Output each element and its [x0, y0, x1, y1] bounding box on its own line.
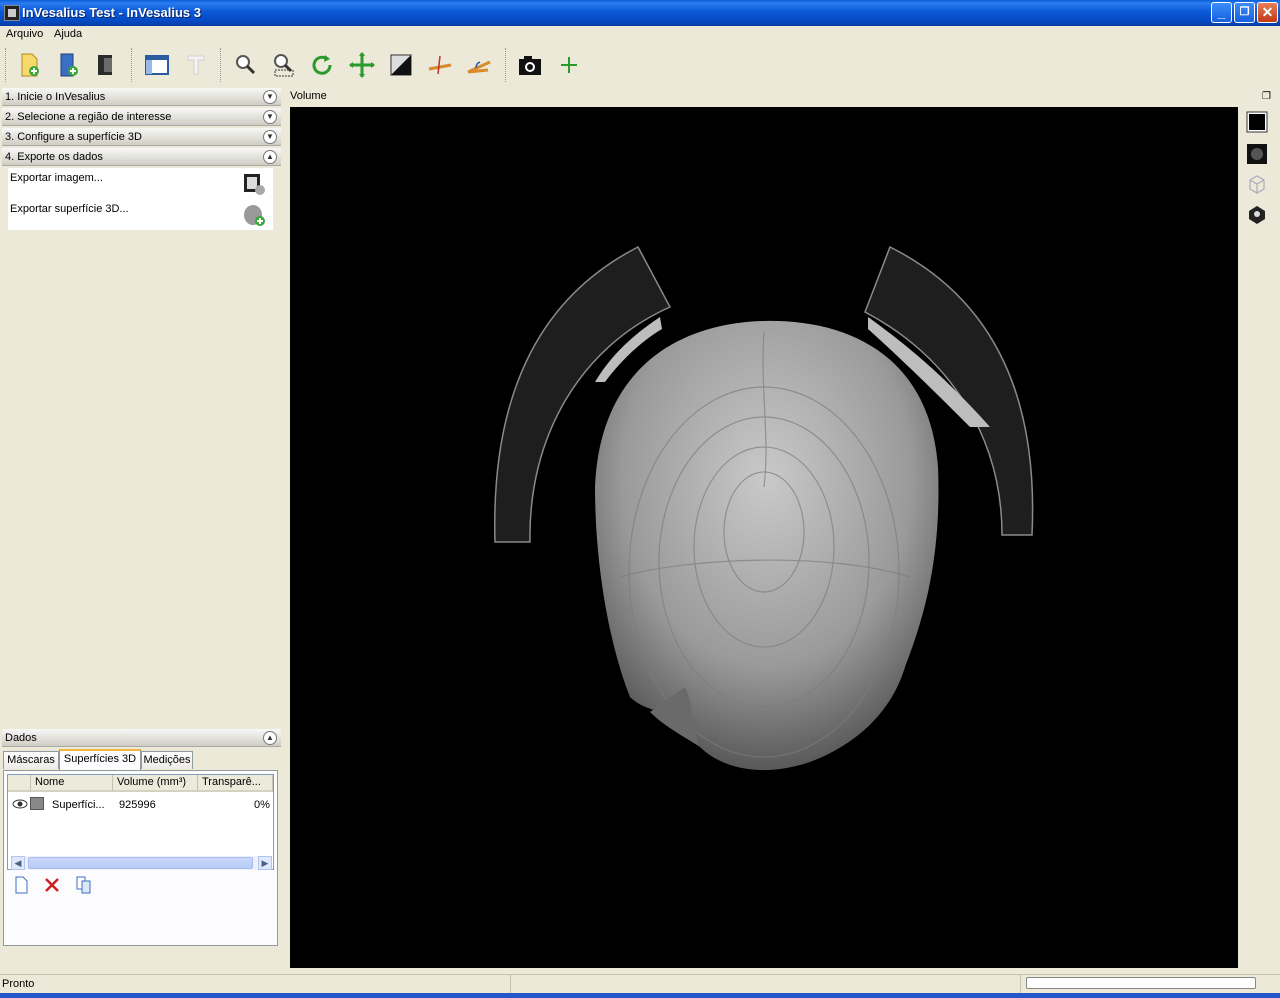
measure-linear-icon[interactable]: [425, 50, 455, 80]
status-segment: [0, 975, 511, 993]
title-bar: InVesalius Test - InVesalius 3 _ ❐ ✕: [0, 0, 1280, 26]
section-dados[interactable]: Dados ▲: [2, 729, 281, 747]
tab-superficies-3d[interactable]: Superfícies 3D: [59, 749, 141, 770]
chevron-down-icon[interactable]: ▼: [263, 130, 277, 144]
eye-icon[interactable]: [12, 799, 28, 809]
surface-name: Superfíci...: [52, 799, 105, 811]
delete-surface-icon[interactable]: [40, 875, 64, 895]
section-superficie[interactable]: 3. Configure a superfície 3D ▼: [2, 128, 281, 146]
measure-angular-icon[interactable]: [464, 50, 494, 80]
section-inicie[interactable]: 1. Inicie o InVesalius ▼: [2, 88, 281, 106]
menu-ajuda[interactable]: Ajuda: [54, 28, 82, 40]
chevron-up-icon[interactable]: ▲: [263, 731, 277, 745]
pan-icon[interactable]: [347, 50, 377, 80]
contrast-icon[interactable]: [386, 50, 416, 80]
zoom-icon[interactable]: [230, 50, 260, 80]
section-label: 1. Inicie o InVesalius: [5, 91, 106, 103]
left-panel: 1. Inicie o InVesalius ▼ 2. Selecione a …: [0, 86, 283, 970]
window-title: InVesalius Test - InVesalius 3: [22, 5, 201, 20]
open-project-icon[interactable]: [53, 50, 83, 80]
export-image-icon[interactable]: [242, 172, 266, 196]
maximize-viewport-icon[interactable]: ❐: [1262, 92, 1274, 102]
toolbar-separator: [131, 48, 134, 82]
chevron-down-icon[interactable]: ▼: [263, 90, 277, 104]
toolbar: [0, 44, 590, 86]
section-exporte[interactable]: 4. Exporte os dados ▲: [2, 148, 281, 166]
export-panel: Exportar imagem... Exportar superfície 3…: [8, 168, 273, 230]
toolbar-separator: [220, 48, 223, 82]
bounding-box-icon[interactable]: [1246, 173, 1268, 195]
chevron-up-icon[interactable]: ▲: [263, 150, 277, 164]
section-label: 4. Exporte os dados: [5, 151, 103, 163]
restore-icon: ❐: [1239, 6, 1250, 18]
column-header-nome[interactable]: Nome: [31, 775, 113, 792]
toolbar-separator: [505, 48, 508, 82]
section-label: 2. Selecione a região de interesse: [5, 111, 172, 123]
minimize-icon: _: [1217, 4, 1226, 20]
tab-medicoes[interactable]: Medições: [141, 751, 193, 769]
view-orientation-icon[interactable]: [1246, 203, 1268, 225]
app-icon: [4, 5, 20, 21]
minimize-button[interactable]: _: [1211, 2, 1232, 23]
column-header-volume[interactable]: Volume (mm³): [113, 775, 198, 792]
snapshot-icon[interactable]: [515, 50, 545, 80]
taskbar-edge: [0, 993, 1280, 998]
viewport-title: Volume: [290, 90, 327, 102]
section-label: Dados: [5, 732, 37, 744]
scroll-right-icon[interactable]: ▶: [258, 856, 272, 870]
close-icon: ✕: [1261, 4, 1274, 20]
menu-arquivo[interactable]: Arquivo: [6, 28, 43, 40]
duplicate-surface-icon[interactable]: [72, 875, 96, 895]
rotate-icon[interactable]: [308, 50, 338, 80]
chevron-down-icon[interactable]: ▼: [263, 110, 277, 124]
background-color-icon[interactable]: [1246, 111, 1268, 133]
section-label: 3. Configure a superfície 3D: [5, 131, 142, 143]
layout-icon[interactable]: [142, 50, 172, 80]
column-header-transparencia[interactable]: Transparê...: [198, 775, 273, 792]
tab-mascaras[interactable]: Máscaras: [3, 751, 59, 769]
surface-volume: 925996: [119, 799, 156, 811]
volume-viewport: Volume ❐: [288, 88, 1279, 968]
export-surface-link[interactable]: Exportar superfície 3D...: [10, 203, 129, 215]
status-bar: Pronto: [0, 974, 1280, 993]
surface-transparency: 0%: [254, 799, 270, 811]
status-segment: [510, 975, 1021, 993]
restore-button[interactable]: ❐: [1234, 2, 1255, 23]
export-image-link[interactable]: Exportar imagem...: [10, 172, 103, 184]
surface-color-swatch[interactable]: [30, 797, 44, 810]
3d-render-canvas[interactable]: [290, 107, 1238, 968]
add-icon[interactable]: [554, 50, 584, 80]
column-header-icons: [8, 775, 31, 792]
close-project-icon[interactable]: [91, 50, 121, 80]
close-button[interactable]: ✕: [1257, 2, 1278, 23]
menu-bar: Arquivo Ajuda: [0, 26, 1280, 44]
volume-raycasting-icon[interactable]: [1246, 143, 1268, 165]
surface-table: Nome Volume (mm³) Transparê... Superfíci…: [7, 774, 274, 870]
horizontal-scrollbar[interactable]: ◀ ▶: [11, 856, 272, 870]
text-icon[interactable]: [181, 50, 211, 80]
toolbar-separator: [5, 48, 8, 82]
new-surface-icon[interactable]: [9, 875, 33, 895]
progress-bar: [1026, 977, 1256, 989]
data-panel: Nome Volume (mm³) Transparê... Superfíci…: [3, 770, 278, 946]
zoom-select-icon[interactable]: [269, 50, 299, 80]
export-surface-icon[interactable]: [242, 203, 266, 227]
scrollbar-thumb[interactable]: [28, 857, 253, 869]
import-icon[interactable]: [14, 50, 44, 80]
scroll-left-icon[interactable]: ◀: [11, 856, 25, 870]
section-regiao[interactable]: 2. Selecione a região de interesse ▼: [2, 108, 281, 126]
